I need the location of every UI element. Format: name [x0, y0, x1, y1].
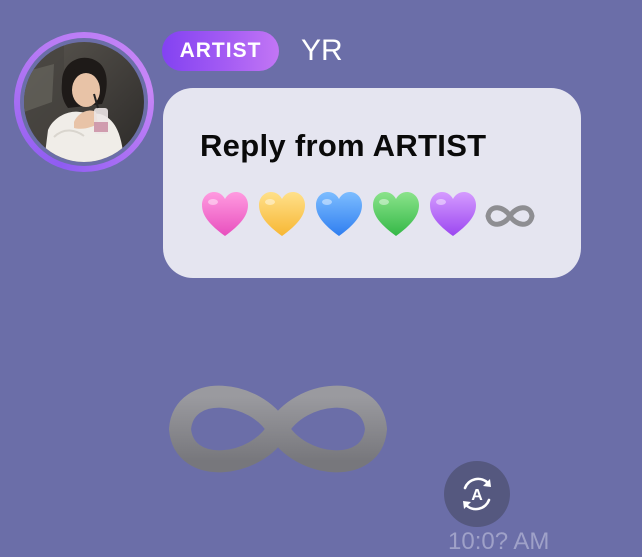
avatar-border [20, 38, 148, 166]
infinity-icon [485, 205, 535, 227]
avatar[interactable] [24, 42, 144, 162]
green-heart-icon [373, 192, 419, 236]
purple-heart-icon [430, 192, 476, 236]
message-bubble[interactable]: Reply from ARTIST [163, 88, 581, 278]
translate-icon: A [463, 477, 491, 511]
emoji-row [200, 191, 550, 239]
avatar-ring[interactable] [14, 32, 154, 172]
avatar-photo-image [24, 42, 144, 162]
message-timestamp: 10:0? AM [448, 528, 550, 555]
artist-badge: ARTIST [162, 31, 279, 71]
translate-button[interactable]: A [444, 461, 510, 527]
message-title: Reply from ARTIST [200, 128, 487, 163]
yellow-heart-icon [259, 192, 305, 236]
blue-heart-icon [316, 192, 362, 236]
svg-text:A: A [471, 487, 483, 504]
pink-heart-icon [202, 192, 248, 236]
sender-name[interactable]: YR [301, 30, 343, 72]
infinity-sticker-icon[interactable] [168, 372, 388, 486]
